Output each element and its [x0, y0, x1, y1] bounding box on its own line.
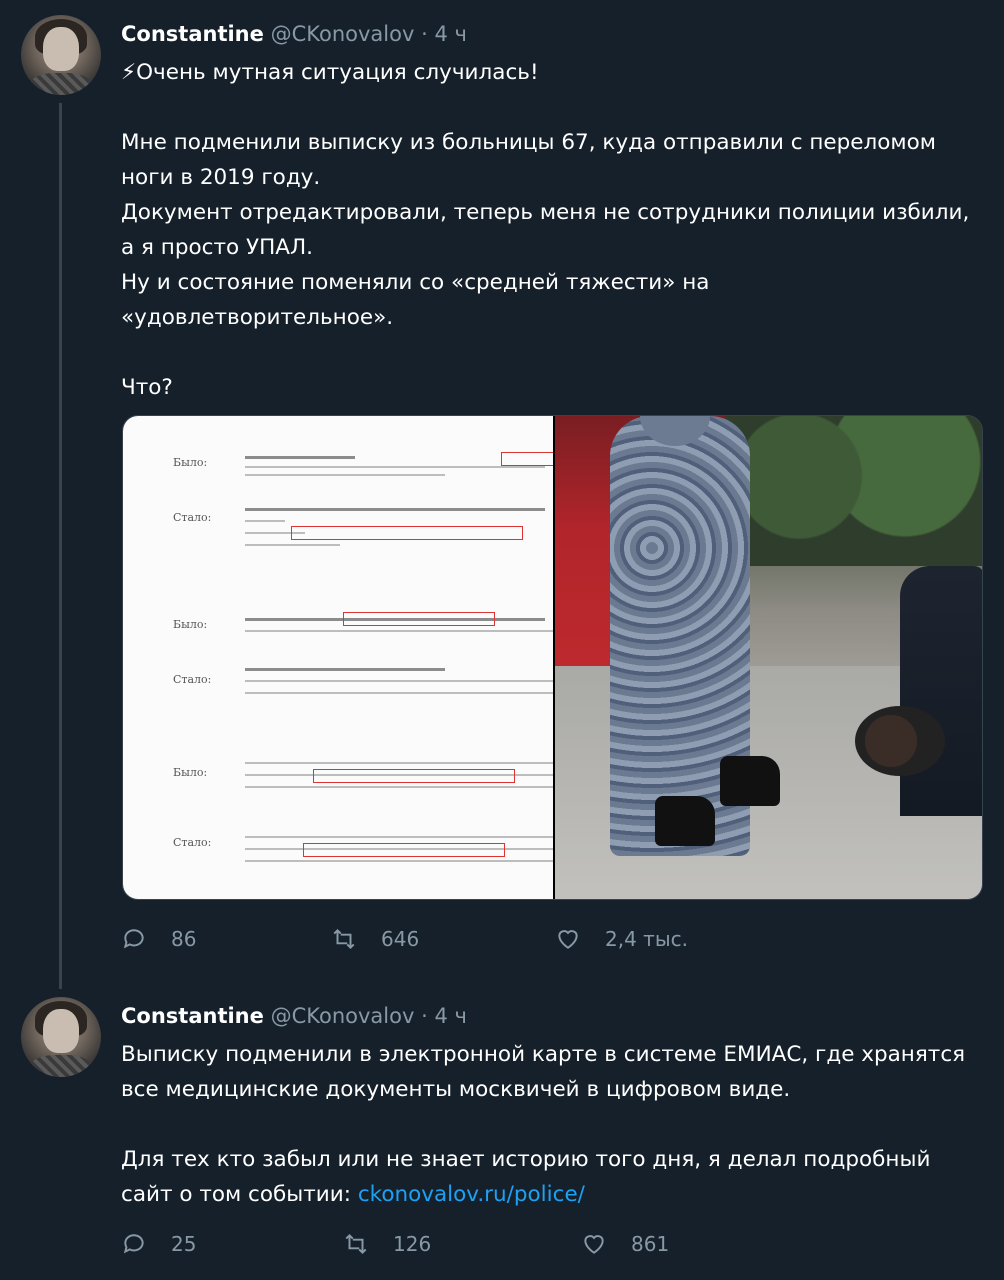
avatar[interactable] — [21, 997, 101, 1077]
retweet-icon — [333, 928, 355, 950]
tweet-timestamp[interactable]: 4 ч — [434, 22, 466, 46]
tweet-1[interactable]: Constantine @CKonovalov · 4 ч ⚡Очень мут… — [0, 0, 1004, 990]
tweet-header: Constantine @CKonovalov · 4 ч — [121, 1002, 467, 1030]
like-button[interactable]: 2,4 тыс. — [555, 924, 688, 954]
separator-dot: · — [421, 22, 428, 46]
tweet-header: Constantine @CKonovalov · 4 ч — [121, 20, 467, 48]
tweet-text: ⚡Очень мутная ситуация случилась! Мне по… — [121, 60, 970, 400]
tweet-actions: 25 126 861 — [121, 1229, 981, 1259]
retweet-count: 126 — [393, 1232, 432, 1256]
reply-icon — [123, 1234, 144, 1254]
doc-row-label: Стало: — [173, 673, 212, 686]
tweet-timestamp[interactable]: 4 ч — [434, 1004, 466, 1028]
author-handle[interactable]: @CKonovalov — [271, 22, 415, 46]
doc-row-label: Было: — [173, 456, 208, 469]
separator-dot: · — [421, 1004, 428, 1028]
doc-row-label: Было: — [173, 766, 208, 779]
document-image[interactable]: Было: Стало: Было: Стало: Было: Стало: — [123, 416, 553, 899]
retweet-button[interactable]: 646 — [331, 924, 419, 954]
like-button[interactable]: 861 — [581, 1229, 669, 1259]
retweet-button[interactable]: 126 — [343, 1229, 431, 1259]
arrest-photo[interactable] — [555, 416, 982, 899]
author-name[interactable]: Constantine — [121, 1004, 264, 1028]
doc-row-label: Стало: — [173, 836, 212, 849]
like-count: 861 — [631, 1232, 670, 1256]
reply-count: 25 — [171, 1232, 197, 1256]
avatar[interactable] — [21, 15, 101, 95]
tweet-actions: 86 646 2,4 тыс. — [121, 924, 981, 954]
reply-button[interactable]: 86 — [121, 924, 196, 954]
tweet-media[interactable]: Было: Стало: Было: Стало: Было: Стало: — [122, 415, 983, 900]
heart-icon — [558, 930, 578, 949]
external-link[interactable]: ckonovalov.ru/police/ — [358, 1182, 585, 1207]
doc-row-label: Стало: — [173, 511, 212, 524]
author-name[interactable]: Constantine — [121, 22, 264, 46]
doc-row-label: Было: — [173, 618, 208, 631]
heart-icon — [584, 1235, 604, 1254]
reply-button[interactable]: 25 — [121, 1229, 196, 1259]
reply-count: 86 — [171, 927, 197, 951]
author-handle[interactable]: @CKonovalov — [271, 1004, 415, 1028]
tweet-text: Выписку подменили в электронной карте в … — [121, 1037, 981, 1212]
retweet-count: 646 — [381, 927, 420, 951]
tweet-2[interactable]: Constantine @CKonovalov · 4 ч Выписку по… — [0, 990, 1004, 1280]
reply-icon — [123, 929, 144, 949]
retweet-icon — [345, 1233, 367, 1255]
like-count: 2,4 тыс. — [605, 927, 688, 951]
